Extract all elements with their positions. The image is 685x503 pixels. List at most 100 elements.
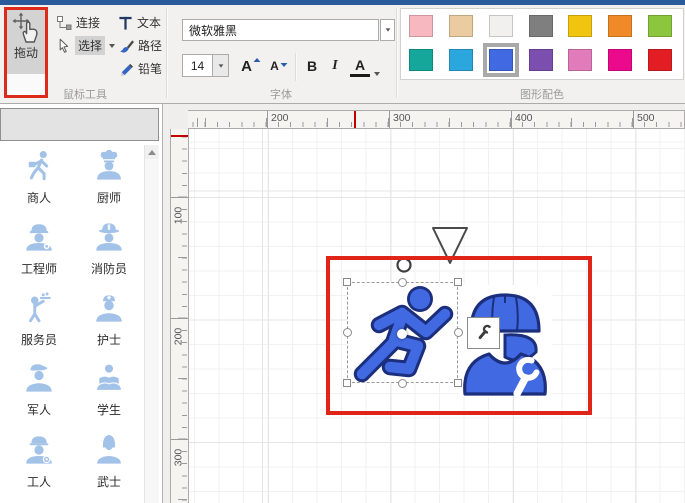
sidebar-item-soldier[interactable]: 军人 xyxy=(8,361,70,418)
selection-handle-bottom-center[interactable] xyxy=(398,379,407,388)
warrior-icon xyxy=(92,433,126,467)
drag-hand-icon xyxy=(12,12,38,43)
scroll-up-arrow-icon[interactable] xyxy=(145,145,158,159)
sidebar-scrollbar[interactable] xyxy=(144,145,159,503)
sidebar-item-worker[interactable]: 工人 xyxy=(8,433,70,490)
shape-label: 商人 xyxy=(26,191,51,205)
connect-tool-label: 连接 xyxy=(76,16,101,30)
small-separator xyxy=(295,53,297,81)
bold-button[interactable]: B xyxy=(302,55,322,77)
selection-handle-top-left[interactable] xyxy=(343,278,351,286)
shape-label: 学生 xyxy=(96,403,121,417)
font-name-combobox[interactable]: 微软雅黑 xyxy=(182,19,379,41)
chef-icon xyxy=(92,149,126,183)
sidebar-item-warrior[interactable]: 武士 xyxy=(78,433,140,490)
sidebar-item-businessman[interactable]: 商人 xyxy=(8,149,70,206)
font-color-dropdown-button[interactable] xyxy=(374,63,380,81)
grow-font-label: A xyxy=(241,57,252,75)
swatch-royal-blue-selected[interactable] xyxy=(483,43,519,77)
sidebar-item-chef[interactable]: 厨师 xyxy=(78,149,140,206)
font-name-dropdown-button[interactable] xyxy=(380,19,395,41)
swatch-white[interactable] xyxy=(489,15,513,37)
pencil-icon xyxy=(120,63,134,76)
ribbon-toolbar: 拖动 连接 选择 文本 路径 铅笔 鼠标工具 微软雅黑 14 A A B I A… xyxy=(0,5,685,104)
firefighter-icon xyxy=(92,220,126,254)
engineer-icon xyxy=(22,220,56,254)
drawing-canvas[interactable] xyxy=(189,129,685,503)
dropdown-arrow-icon xyxy=(218,63,223,68)
wrench-quick-button[interactable] xyxy=(467,317,500,349)
path-tool-button[interactable]: 路径 xyxy=(118,35,162,56)
swatch-green[interactable] xyxy=(648,15,672,37)
font-group-label: 字体 xyxy=(270,89,292,101)
selection-handle-top-right[interactable] xyxy=(454,278,462,286)
select-dropdown-arrow-icon[interactable] xyxy=(109,43,116,48)
soldier-icon xyxy=(22,361,56,395)
worker-icon xyxy=(22,433,56,467)
selection-handle-top-center[interactable] xyxy=(398,278,407,287)
businessman-icon xyxy=(22,149,56,183)
vertical-ruler: 100 200 300 xyxy=(170,129,189,503)
swatch-purple[interactable] xyxy=(529,49,553,71)
hruler-label-400: 400 xyxy=(515,112,533,124)
swatch-orange[interactable] xyxy=(608,15,632,37)
selection-handle-middle-left[interactable] xyxy=(343,328,352,337)
font-color-button[interactable]: A xyxy=(350,55,370,77)
swatch-sky-blue[interactable] xyxy=(449,49,473,71)
sidebar-item-waiter[interactable]: 服务员 xyxy=(8,291,70,348)
sidebar-item-engineer[interactable]: 工程师 xyxy=(8,220,70,277)
font-size-value: 14 xyxy=(190,58,205,73)
shrink-font-button[interactable]: A xyxy=(266,55,292,77)
swatch-gold[interactable] xyxy=(568,15,592,37)
arrow-up-icon xyxy=(253,57,261,62)
connect-tool-button[interactable]: 连接 xyxy=(56,12,100,33)
selection-handle-bottom-left[interactable] xyxy=(343,379,351,387)
shape-label: 厨师 xyxy=(96,191,121,205)
palette-group-label: 图形配色 xyxy=(520,89,564,101)
shape-label: 消防员 xyxy=(90,262,127,276)
swatch-gray[interactable] xyxy=(529,15,553,37)
app-window: 拖动 连接 选择 文本 路径 铅笔 鼠标工具 微软雅黑 14 A A B I A… xyxy=(0,0,685,503)
shape-label: 军人 xyxy=(26,403,51,417)
path-tool-label: 路径 xyxy=(138,39,163,53)
arrow-down-icon xyxy=(280,62,288,67)
text-tool-button[interactable]: 文本 xyxy=(118,12,161,33)
mouse-tools-group-label: 鼠标工具 xyxy=(63,89,107,101)
shrink-font-label: A xyxy=(270,59,279,73)
shape-library-sidebar: 商人 厨师 工程师 消防员 服务员 护士 军人 学生 工人 武士 xyxy=(0,104,163,503)
text-tool-icon xyxy=(119,16,132,30)
selection-handle-bottom-right[interactable] xyxy=(454,379,462,387)
drag-tool-label: 拖动 xyxy=(13,46,38,60)
swatch-teal[interactable] xyxy=(409,49,433,71)
sidebar-item-firefighter[interactable]: 消防员 xyxy=(78,220,140,277)
swatch-orchid[interactable] xyxy=(568,49,592,71)
grow-font-button[interactable]: A xyxy=(238,55,264,77)
selection-handle-middle-right[interactable] xyxy=(454,328,463,337)
swatch-red[interactable] xyxy=(648,49,672,71)
shape-label: 工人 xyxy=(26,475,51,489)
swatch-magenta[interactable] xyxy=(608,49,632,71)
horizontal-ruler: 200 300 400 500 xyxy=(188,110,685,129)
dropdown-arrow-icon xyxy=(374,72,380,76)
hruler-label-500: 500 xyxy=(637,112,655,124)
pencil-tool-label: 铅笔 xyxy=(138,62,163,76)
pencil-tool-button[interactable]: 铅笔 xyxy=(118,58,162,79)
selection-center-point[interactable] xyxy=(397,329,407,339)
swatch-tan[interactable] xyxy=(449,15,473,37)
italic-button[interactable]: I xyxy=(327,55,343,77)
text-tool-label: 文本 xyxy=(137,16,162,30)
drag-tool-button[interactable]: 拖动 xyxy=(7,10,45,95)
font-size-dropdown-button[interactable] xyxy=(212,54,229,77)
student-icon xyxy=(92,361,126,395)
select-cursor-icon xyxy=(59,38,69,53)
font-size-combobox[interactable]: 14 xyxy=(182,54,213,77)
sidebar-item-student[interactable]: 学生 xyxy=(78,361,140,418)
sidebar-header-box[interactable] xyxy=(0,108,159,141)
sidebar-item-nurse[interactable]: 护士 xyxy=(78,291,140,348)
nurse-icon xyxy=(92,291,126,325)
vruler-label-300: 300 xyxy=(172,448,185,467)
swatch-pink[interactable] xyxy=(409,15,433,37)
shape-label: 工程师 xyxy=(20,262,57,276)
waiter-icon xyxy=(22,291,56,325)
select-tool-button[interactable]: 选择 xyxy=(56,35,116,56)
